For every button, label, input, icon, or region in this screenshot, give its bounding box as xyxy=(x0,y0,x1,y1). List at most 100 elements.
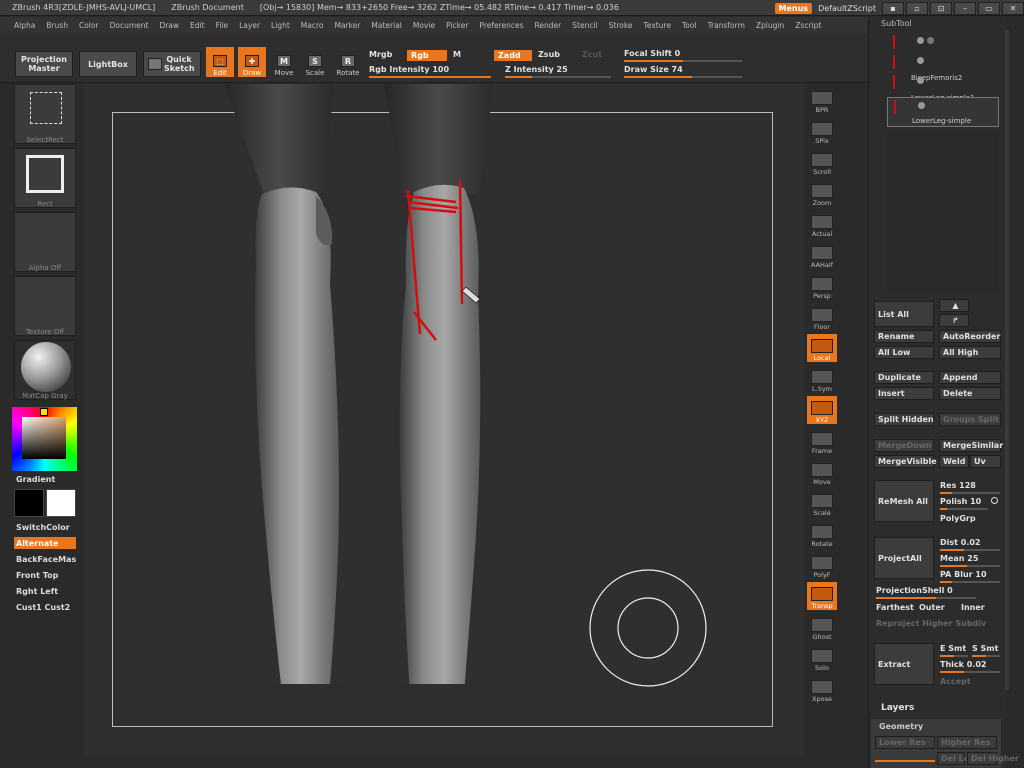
projection-shell-slider[interactable] xyxy=(876,597,976,599)
visibility-dot-icon[interactable] xyxy=(917,57,924,64)
menu-icon[interactable]: ▪ xyxy=(882,1,904,15)
polish-slider[interactable] xyxy=(940,508,988,510)
e-smt-slider[interactable] xyxy=(940,655,968,657)
geometry-title[interactable]: Geometry xyxy=(879,722,923,731)
mergesimilar-button[interactable]: MergeSimilar xyxy=(939,439,1003,452)
geometry-palette[interactable]: Geometry Lower Res Higher Res Del Lower … xyxy=(871,719,1019,768)
menu-item[interactable]: Macro xyxy=(301,21,324,30)
shelf-aahalf-button[interactable]: AAHalf xyxy=(807,241,837,269)
menu-item[interactable]: Tool xyxy=(682,21,697,30)
viewport-canvas[interactable] xyxy=(84,84,804,756)
list-all-button[interactable]: List All xyxy=(874,301,934,327)
focal-shift-slider[interactable] xyxy=(624,60,742,62)
delete-button[interactable]: Delete xyxy=(939,387,1001,400)
sdiv-slider[interactable] xyxy=(875,760,935,762)
material-button[interactable]: MatCap Gray xyxy=(14,340,76,400)
accept-button[interactable]: Accept xyxy=(940,677,971,686)
visibility-dot-icon[interactable] xyxy=(917,37,924,44)
layers-palette-title[interactable]: Layers xyxy=(881,703,914,713)
menu-item[interactable]: Texture xyxy=(644,21,671,30)
mergedown-button[interactable]: MergeDown xyxy=(874,439,934,452)
menu-item[interactable]: Document xyxy=(110,21,149,30)
subtool-title[interactable]: SubTool xyxy=(881,19,912,28)
del-lower-button[interactable]: Del Lower xyxy=(937,752,986,765)
scale-button[interactable]: S Scale xyxy=(301,47,329,77)
menu-item[interactable]: Layer xyxy=(239,21,260,30)
groups-split-button[interactable]: Groups Split xyxy=(939,413,1001,426)
texture-button[interactable]: Texture Off xyxy=(14,276,76,336)
menu-item[interactable]: Material xyxy=(371,21,401,30)
shelf-polyf-button[interactable]: PolyF xyxy=(807,551,837,579)
outer-toggle[interactable]: Outer xyxy=(919,603,945,612)
menu-item[interactable]: Stroke xyxy=(609,21,633,30)
shelf-transp-button[interactable]: Transp xyxy=(807,582,837,610)
gradient-toggle[interactable]: Gradient xyxy=(14,473,55,485)
menus-button[interactable]: Menus xyxy=(774,2,813,14)
m-toggle[interactable]: M xyxy=(453,50,461,59)
draw-button[interactable]: ✚ Draw xyxy=(238,47,266,77)
shelf-zoom-button[interactable]: Zoom xyxy=(807,179,837,207)
primary-color-swatch[interactable] xyxy=(14,489,44,517)
toggle-dot-icon[interactable] xyxy=(927,37,934,44)
draw-size-slider[interactable] xyxy=(624,76,742,78)
farthest-toggle[interactable]: Farthest xyxy=(876,603,914,612)
polish-circle-icon[interactable] xyxy=(991,497,998,504)
mrgb-toggle[interactable]: Mrgb xyxy=(369,50,392,59)
move-button[interactable]: M Move xyxy=(270,47,298,77)
right-left-buttons[interactable]: Rght Left xyxy=(14,585,58,597)
all-high-button[interactable]: All High xyxy=(939,346,1001,359)
mean-slider[interactable] xyxy=(940,565,1000,567)
shelf-ghost-button[interactable]: Ghost xyxy=(807,613,837,641)
inner-toggle[interactable]: Inner xyxy=(961,603,985,612)
quick-sketch-button[interactable]: Quick Sketch xyxy=(143,51,201,77)
shelf-move-button[interactable]: Move xyxy=(807,458,837,486)
panel-scrollbar[interactable] xyxy=(1005,30,1009,690)
menu-item[interactable]: Transform xyxy=(708,21,745,30)
pa-blur-slider[interactable] xyxy=(940,581,1000,583)
shelf-frame-button[interactable]: Frame xyxy=(807,427,837,455)
menu-item[interactable]: Draw xyxy=(159,21,179,30)
shelf-xpose-button[interactable]: Xpose xyxy=(807,675,837,703)
rgb-toggle[interactable]: Rgb xyxy=(407,50,447,61)
dist-slider[interactable] xyxy=(940,549,1000,551)
higher-res-button[interactable]: Higher Res xyxy=(937,736,997,749)
menu-item[interactable]: Picker xyxy=(446,21,468,30)
insert-button[interactable]: Insert xyxy=(874,387,934,400)
arrow-return-icon[interactable]: ↱ xyxy=(939,314,969,327)
del-higher-button[interactable]: Del Higher xyxy=(967,752,1019,765)
uv-button[interactable]: Uv xyxy=(970,455,1001,468)
shelf-rotate-button[interactable]: Rotate xyxy=(807,520,837,548)
shelf-floor-button[interactable]: Floor xyxy=(807,303,837,331)
zsub-toggle[interactable]: Zsub xyxy=(538,50,560,59)
menu-item[interactable]: File xyxy=(216,21,229,30)
edit-button[interactable]: ⬚ Edit xyxy=(206,47,234,77)
close-icon[interactable]: ✕ xyxy=(1002,1,1024,15)
s-smt-slider[interactable] xyxy=(972,655,1000,657)
restore-icon[interactable]: ▭ xyxy=(978,1,1000,15)
shelf-solo-button[interactable]: Solo xyxy=(807,644,837,672)
shelf-persp-button[interactable]: Persp xyxy=(807,272,837,300)
res-slider[interactable] xyxy=(940,492,1000,494)
menu-item[interactable]: Movie xyxy=(413,21,435,30)
menu-item[interactable]: Zplugin xyxy=(756,21,784,30)
visibility-dot-icon[interactable] xyxy=(917,77,924,84)
subtool-row-lowerleg-simple-active[interactable]: LowerLeg-simple xyxy=(887,97,999,127)
projection-master-button[interactable]: Projection Master xyxy=(15,51,73,77)
menu-item[interactable]: Color xyxy=(79,21,99,30)
mergevisible-button[interactable]: MergeVisible xyxy=(874,455,937,468)
append-button[interactable]: Append xyxy=(939,371,1001,384)
secondary-color-swatch[interactable] xyxy=(46,489,76,517)
remesh-all-button[interactable]: ReMesh All xyxy=(874,480,934,522)
switchcolor-button[interactable]: SwitchColor xyxy=(14,521,70,533)
color-picker-handle[interactable] xyxy=(40,408,48,416)
shelf-spix-button[interactable]: SPix xyxy=(807,117,837,145)
polygrp-toggle[interactable]: PolyGrp xyxy=(940,514,976,523)
alpha-button[interactable]: Alpha Off xyxy=(14,212,76,272)
legs-model[interactable] xyxy=(84,84,804,756)
menu-item[interactable]: Zscript xyxy=(795,21,821,30)
rename-button[interactable]: Rename xyxy=(874,330,934,343)
menu-item[interactable]: Preferences xyxy=(479,21,523,30)
visibility-dot-icon[interactable] xyxy=(918,102,925,109)
arrow-up-icon[interactable]: ▲ xyxy=(939,299,969,312)
menu-item[interactable]: Marker xyxy=(334,21,360,30)
